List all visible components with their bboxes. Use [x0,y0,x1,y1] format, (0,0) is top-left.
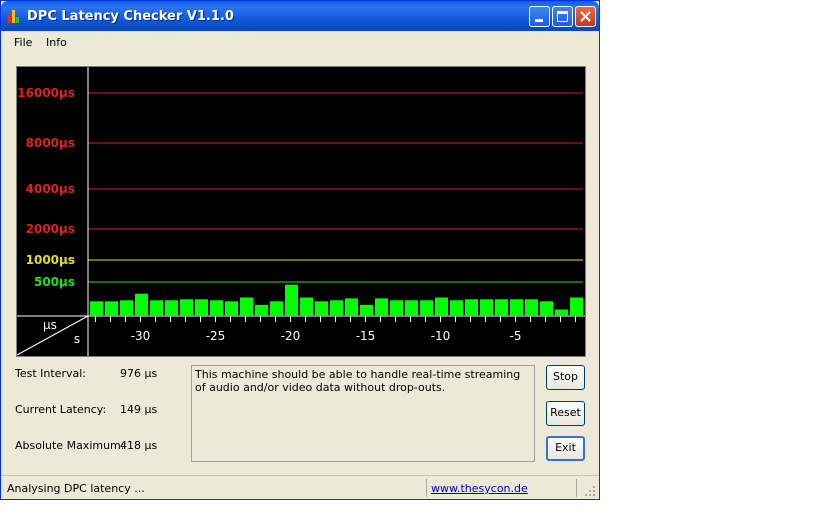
x-tick-label: -30 [131,329,151,343]
menu-file-label: File [14,36,33,49]
menu-bar: File Info [1,32,599,52]
latency-bar [120,300,133,316]
latency-bar [180,299,193,316]
menu-info-label: Info [46,36,67,49]
latency-bar [300,297,313,316]
latency-bar [330,300,343,316]
maximize-icon [557,11,568,22]
current-latency-label: Current Latency: [15,403,107,416]
exit-button[interactable]: Exit [546,436,585,461]
test-interval-value: 976 µs [120,367,158,380]
y-tick-label: 8000µs [26,136,75,150]
x-tick-label: -5 [510,329,522,343]
website-link[interactable]: www.thesycon.de [431,482,528,495]
title-bar[interactable]: DPC Latency Checker V1.1.0 [1,1,599,31]
x-tick-label: -15 [356,329,376,343]
latency-bar [345,298,358,316]
latency-bar [495,299,508,316]
minimize-icon [535,19,543,22]
window-title: DPC Latency Checker V1.1.0 [27,9,234,24]
latency-chart-svg: 16000µs 8000µs 4000µs 2000µs 1000µs 500µs -30 -… [17,67,585,356]
latency-bar [420,300,433,316]
x-unit-label: s [74,332,80,346]
app-icon [8,10,22,23]
latency-bar [255,304,268,316]
test-interval-label: Test Interval: [15,367,86,380]
close-button[interactable] [575,6,596,27]
y-tick-label: 500µs [34,275,75,289]
latency-bar [360,304,373,316]
reset-button[interactable]: Reset [546,401,585,426]
current-latency-value: 149 µs [120,403,158,416]
menu-file[interactable]: File [14,36,32,49]
x-tick-label: -20 [281,329,301,343]
menu-info[interactable]: Info [46,36,67,49]
latency-bar [375,298,388,316]
latency-bar [285,284,298,316]
latency-bar [435,297,448,316]
resize-grip-icon[interactable] [585,486,597,498]
main-window: DPC Latency Checker V1.1.0 File Info 160… [0,0,600,500]
latency-bar [525,299,538,316]
latency-bar [390,300,403,316]
latency-bar [240,297,253,316]
y-tick-label: 4000µs [26,182,75,196]
latency-bar [135,293,148,316]
latency-bar [555,309,568,316]
latency-bar [405,300,418,316]
y-tick-label: 2000µs [26,222,75,236]
x-tick-label: -25 [206,329,226,343]
latency-bar [90,301,103,316]
latency-bar [225,301,238,316]
status-bar: Analysing DPC latency ... www.thesycon.d… [1,475,599,500]
absolute-maximum-value: 418 µs [120,439,158,452]
y-tick-label: 16000µs [17,86,75,100]
latency-bar [540,301,553,316]
latency-bar [570,297,583,316]
latency-bar [315,301,328,316]
latency-bar [210,300,223,316]
latency-bar [450,300,463,316]
latency-bar [165,300,178,316]
status-message-box: This machine should be able to handle re… [191,365,535,462]
stop-button[interactable]: Stop [546,365,585,390]
maximize-button[interactable] [552,6,573,27]
latency-bar [105,301,118,316]
status-separator [576,479,577,497]
latency-bar [150,300,163,316]
close-icon [580,11,591,22]
latency-bar [465,299,478,316]
minimize-button[interactable] [529,6,550,27]
latency-bar [195,299,208,316]
y-unit-label: µs [43,318,57,332]
latency-bar [270,301,283,316]
x-tick-label: -10 [431,329,451,343]
latency-bar [510,299,523,316]
latency-bar [480,299,493,316]
y-tick-label: 1000µs [26,253,75,267]
latency-chart: 16000µs 8000µs 4000µs 2000µs 1000µs 500µs -30 -… [16,66,586,357]
absolute-maximum-label: Absolute Maximum: [15,439,125,452]
status-text: Analysing DPC latency ... [7,482,145,495]
status-separator [426,479,427,497]
